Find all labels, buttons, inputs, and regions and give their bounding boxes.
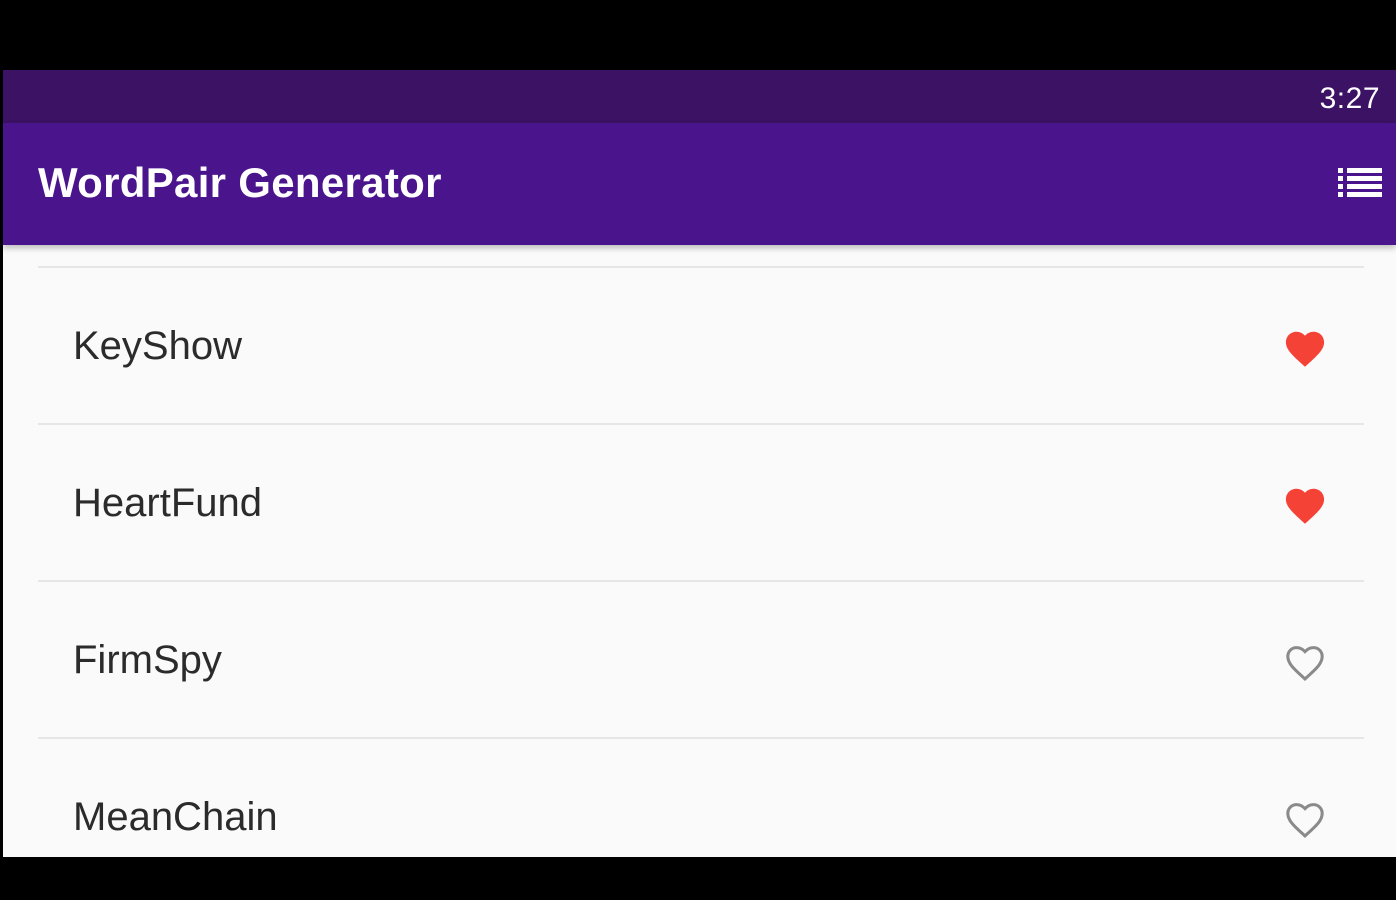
bottom-bezel [0,857,1396,900]
list-item[interactable]: FirmSpy [3,582,1396,739]
app-title: WordPair Generator [38,159,442,206]
status-time: 3:27 [1319,82,1380,115]
favorite-toggle[interactable] [1278,634,1332,688]
app-bar: WordPair Generator [3,123,1396,245]
device-screen: 3:27 WordPair Generator KeyShow HeartFun… [3,70,1396,857]
favorite-toggle[interactable] [1278,477,1332,531]
saved-list-button[interactable] [1330,153,1390,213]
word-pair-label: FirmSpy [73,638,222,682]
word-pair-label: KeyShow [73,324,242,368]
status-bar: 3:27 [3,70,1396,123]
word-pair-label: MeanChain [73,795,278,839]
favorite-toggle[interactable] [1278,320,1332,374]
list-item[interactable]: KeyShow [3,268,1396,425]
word-pair-label: HeartFund [73,481,262,525]
list-icon [1338,168,1382,197]
heart-filled-icon [1285,488,1325,524]
top-bezel [0,0,1396,70]
heart-filled-icon [1285,331,1325,367]
favorite-toggle[interactable] [1278,791,1332,845]
list-item[interactable]: HeartFund [3,425,1396,582]
list-item[interactable]: MeanChain [3,739,1396,857]
heart-outline-icon [1286,646,1324,682]
heart-outline-icon [1286,803,1324,839]
